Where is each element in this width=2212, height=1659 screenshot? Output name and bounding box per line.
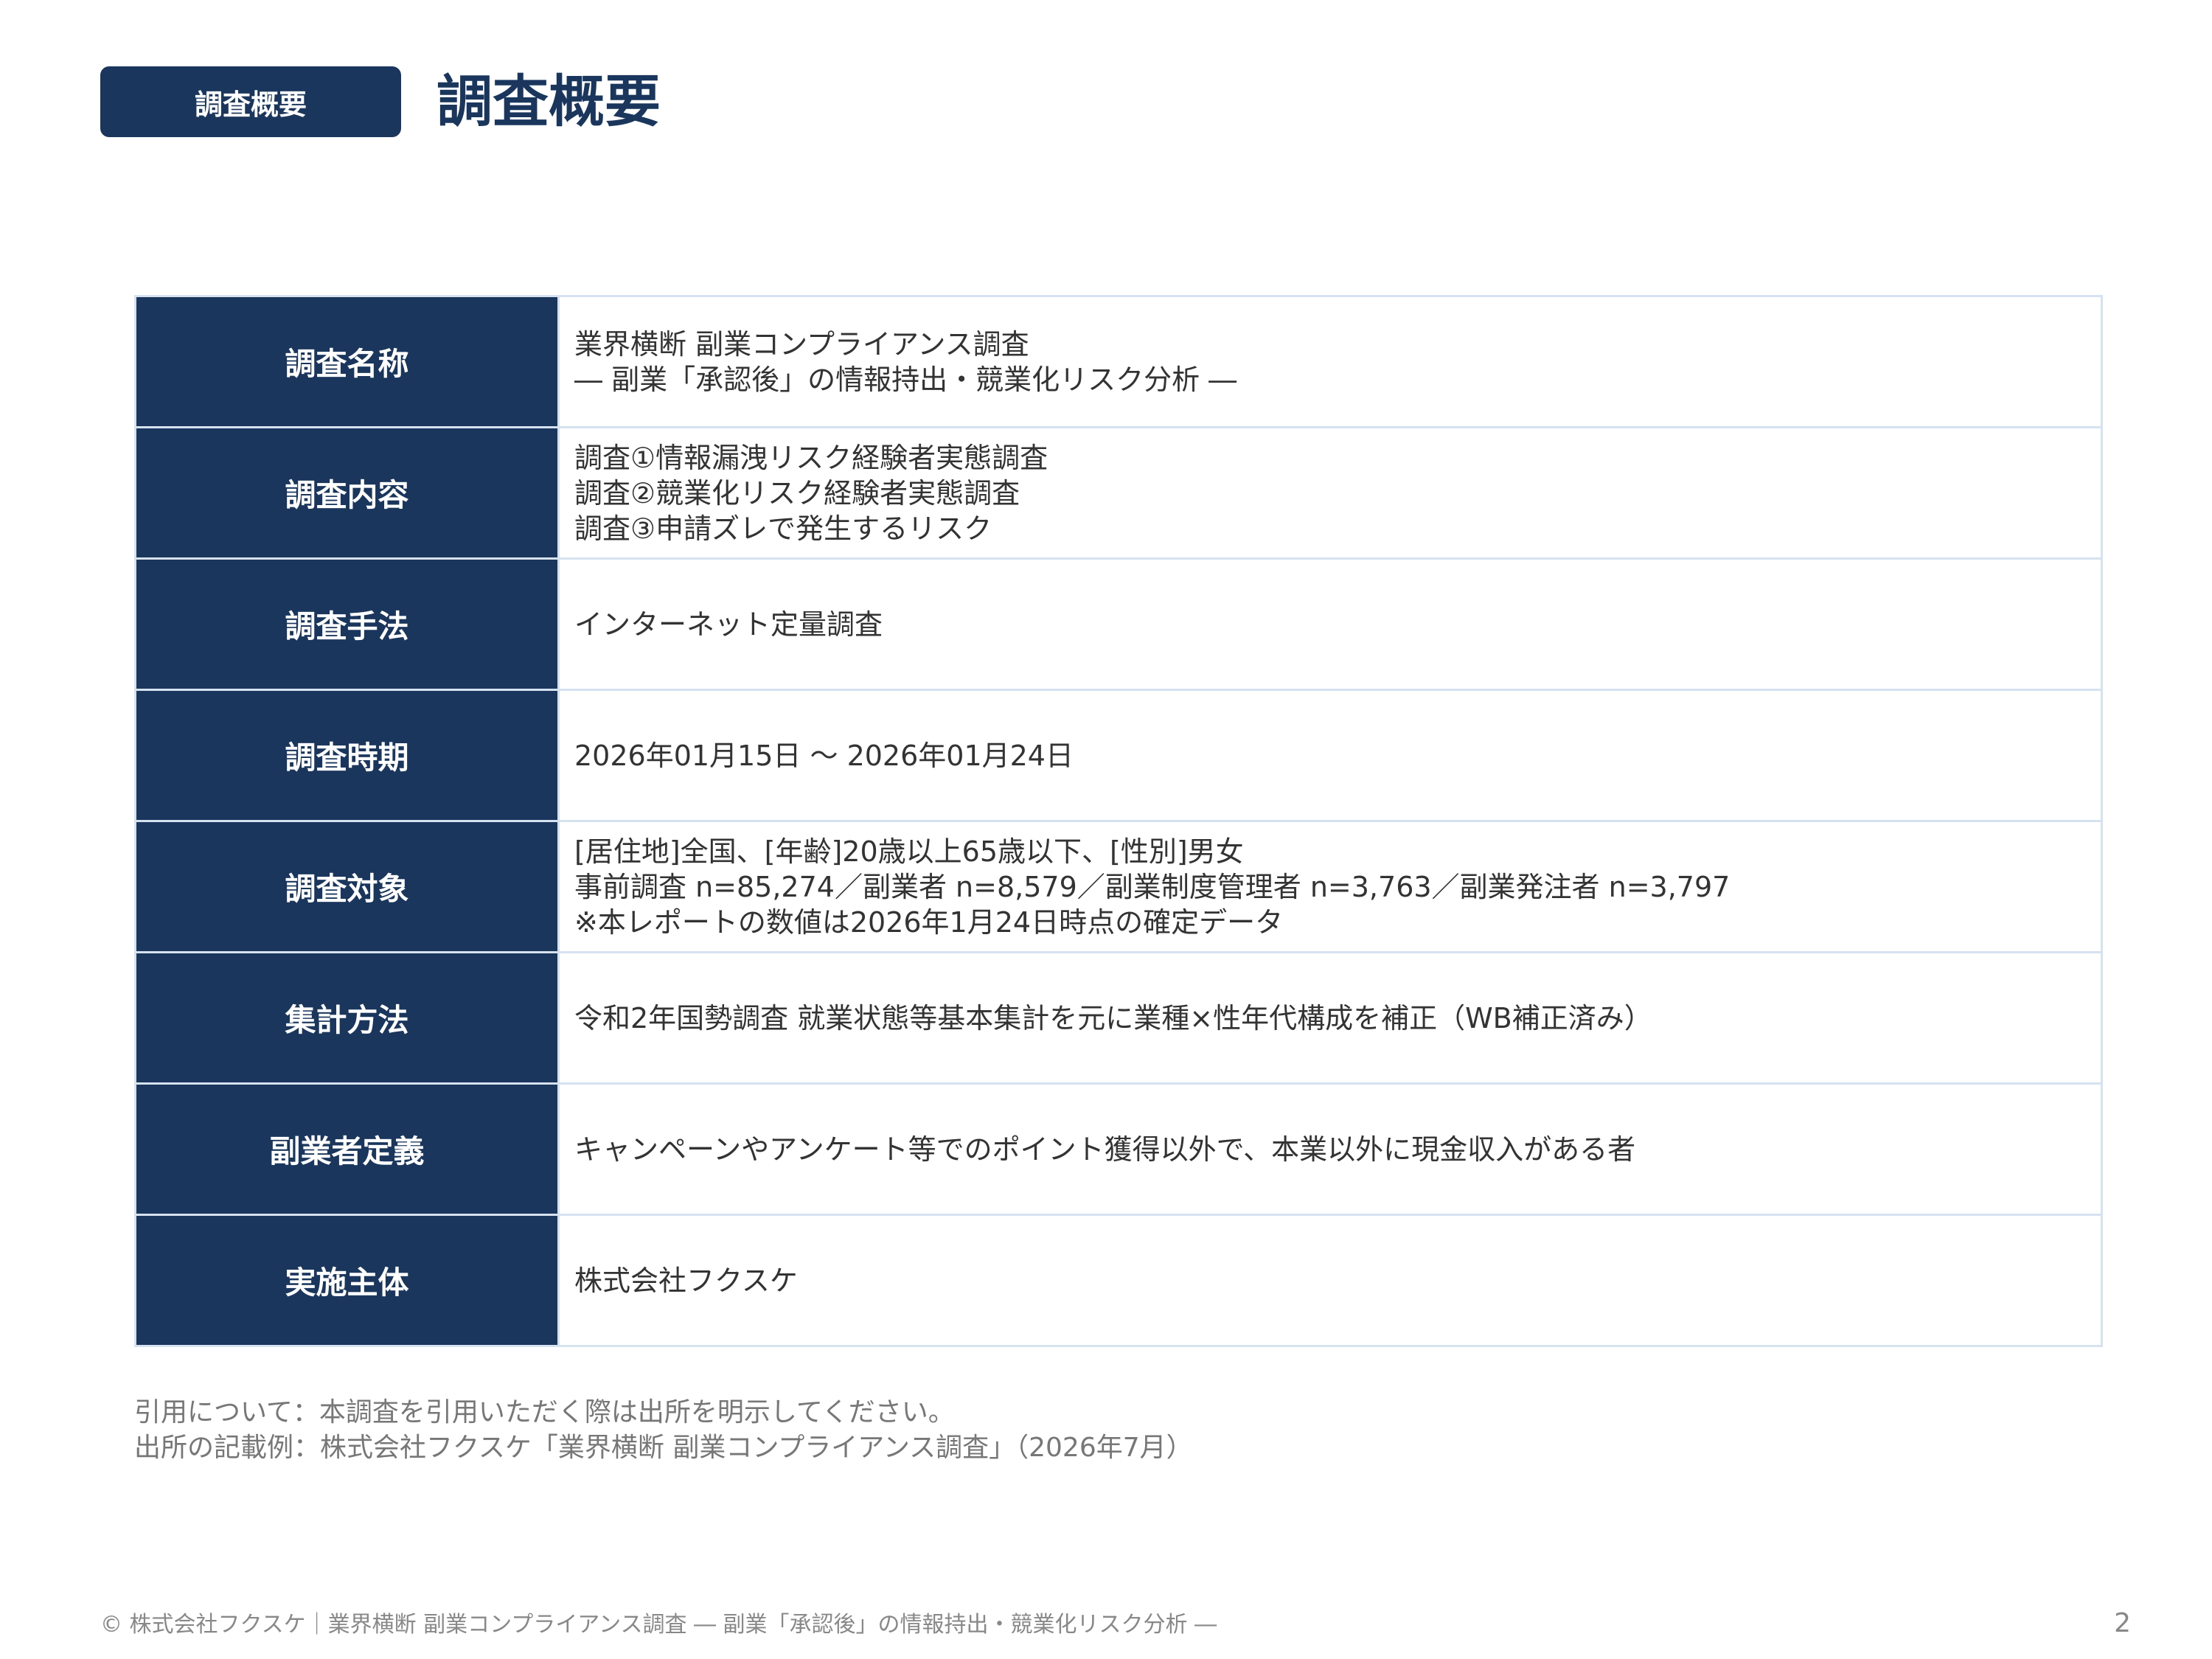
table-row: 調査時期 2026年01月15日 〜 2026年01月24日 bbox=[134, 689, 2103, 822]
row-value: 令和2年国勢調査 就業状態等基本集計を元に業種×性年代構成を補正（WB補正済み） bbox=[557, 951, 2103, 1085]
row-value-line: 株式会社フクスケ bbox=[574, 1264, 798, 1297]
row-header: 副業者定義 bbox=[134, 1082, 560, 1216]
row-value-line: 調査③申請ズレで発生するリスク bbox=[574, 512, 992, 545]
row-value-line: インターネット定量調査 bbox=[574, 608, 883, 641]
citation-line: 引用について：本調査を引用いただく際は出所を明示してください。 bbox=[134, 1397, 955, 1427]
row-value-line: [居住地]全国、[年齢]20歳以上65歳以下、[性別]男女 bbox=[574, 835, 1244, 868]
table-row: 調査手法 インターネット定量調査 bbox=[134, 557, 2103, 691]
row-header: 調査手法 bbox=[134, 557, 560, 691]
row-value-line: キャンペーンやアンケート等でのポイント獲得以外で、本業以外に現金収入がある者 bbox=[574, 1133, 1636, 1166]
row-value: キャンペーンやアンケート等でのポイント獲得以外で、本業以外に現金収入がある者 bbox=[557, 1082, 2103, 1216]
row-header: 調査対象 bbox=[134, 820, 560, 953]
table-row: 集計方法 令和2年国勢調査 就業状態等基本集計を元に業種×性年代構成を補正（WB… bbox=[134, 951, 2103, 1085]
table-row: 調査内容 調査①情報漏洩リスク経験者実態調査 調査②競業化リスク経験者実態調査 … bbox=[134, 426, 2103, 560]
row-value-line: 事前調査 n=85,274／副業者 n=8,579／副業制度管理者 n=3,76… bbox=[574, 870, 1731, 903]
row-header: 調査内容 bbox=[134, 426, 560, 560]
table-row: 調査対象 [居住地]全国、[年齢]20歳以上65歳以下、[性別]男女 事前調査 … bbox=[134, 820, 2103, 953]
citation-example-line: 出所の記載例：株式会社フクスケ「業界横断 副業コンプライアンス調査」（2026年… bbox=[134, 1433, 1193, 1463]
row-header: 集計方法 bbox=[134, 951, 560, 1085]
page-title: 調査概要 bbox=[437, 69, 661, 134]
row-value: 2026年01月15日 〜 2026年01月24日 bbox=[557, 689, 2103, 822]
table-row: 調査名称 業界横断 副業コンプライアンス調査 ― 副業「承認後」の情報持出・競業… bbox=[134, 295, 2103, 428]
row-value-line: 調査①情報漏洩リスク経験者実態調査 bbox=[574, 441, 1048, 474]
row-value-line: ― 副業「承認後」の情報持出・競業化リスク分析 ― bbox=[574, 363, 1237, 396]
table-row: 副業者定義 キャンペーンやアンケート等でのポイント獲得以外で、本業以外に現金収入… bbox=[134, 1082, 2103, 1216]
row-value: インターネット定量調査 bbox=[557, 557, 2103, 691]
row-value-line: 業界横断 副業コンプライアンス調査 bbox=[574, 327, 1029, 361]
row-value-line: 2026年01月15日 〜 2026年01月24日 bbox=[574, 739, 1074, 772]
row-value-line: 令和2年国勢調査 就業状態等基本集計を元に業種×性年代構成を補正（WB補正済み） bbox=[574, 1001, 1652, 1034]
row-value: 調査①情報漏洩リスク経験者実態調査 調査②競業化リスク経験者実態調査 調査③申請… bbox=[557, 426, 2103, 560]
footer-copyright: © 株式会社フクスケ｜業界横断 副業コンプライアンス調査 ― 副業「承認後」の情… bbox=[100, 1612, 1217, 1638]
row-value: 株式会社フクスケ bbox=[557, 1214, 2103, 1347]
row-header: 実施主体 bbox=[134, 1214, 560, 1347]
row-value-line: 調査②競業化リスク経験者実態調査 bbox=[574, 476, 1020, 509]
row-header: 調査時期 bbox=[134, 689, 560, 822]
section-badge: 調査概要 bbox=[100, 66, 401, 137]
row-value-line: ※本レポートの数値は2026年1月24日時点の確定データ bbox=[574, 905, 1284, 939]
row-header: 調査名称 bbox=[134, 295, 560, 428]
citation-note: 引用について：本調査を引用いただく際は出所を明示してください。 出所の記載例：株… bbox=[134, 1395, 1193, 1466]
row-value: 業界横断 副業コンプライアンス調査 ― 副業「承認後」の情報持出・競業化リスク分… bbox=[557, 295, 2103, 428]
page-number: 2 bbox=[2114, 1608, 2131, 1638]
row-value: [居住地]全国、[年齢]20歳以上65歳以下、[性別]男女 事前調査 n=85,… bbox=[557, 820, 2103, 953]
table-row: 実施主体 株式会社フクスケ bbox=[134, 1214, 2103, 1347]
survey-overview-table: 調査名称 業界横断 副業コンプライアンス調査 ― 副業「承認後」の情報持出・競業… bbox=[134, 295, 2103, 1347]
